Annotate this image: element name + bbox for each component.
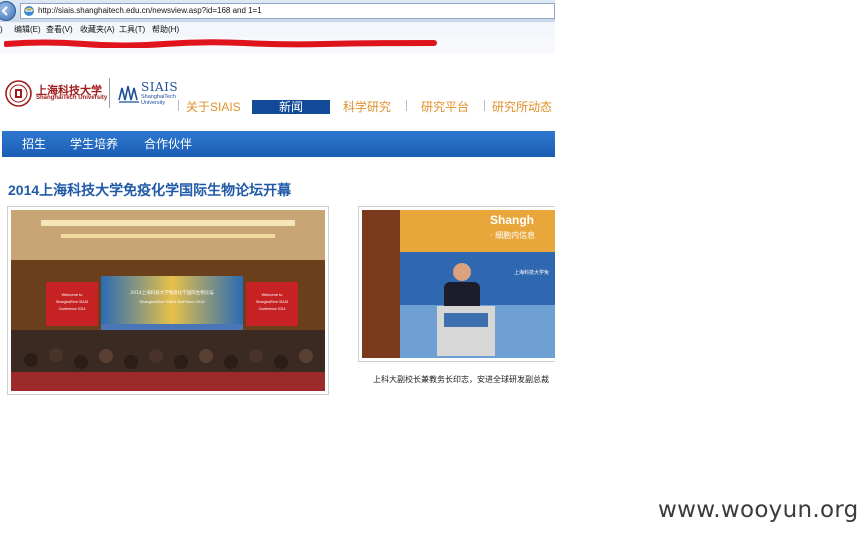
menu-item-help[interactable]: 帮助(H) <box>152 24 179 36</box>
nav-item-institute-news[interactable]: 研究所动态 <box>492 100 552 114</box>
nav-separator <box>406 100 407 111</box>
siais-logo-icon[interactable] <box>118 82 140 104</box>
address-bar[interactable]: http://siais.shanghaitech.edu.cn/newsvie… <box>20 3 555 19</box>
redaction-mark <box>4 39 437 48</box>
internet-explorer-icon <box>24 6 34 16</box>
welcome-screen-left-text: Welcome to <box>61 292 83 297</box>
nav-item-research[interactable]: 科学研究 <box>343 100 391 114</box>
address-url[interactable]: http://siais.shanghaitech.edu.cn/newsvie… <box>38 5 262 17</box>
subnav-item-partners[interactable]: 合作伙伴 <box>144 137 192 151</box>
back-arrow-icon <box>1 6 8 16</box>
logo-english-name[interactable]: ShanghaiTech University <box>36 95 107 101</box>
article-photo-conference: Welcome to ShanghaiTech SIAIS Conference… <box>7 206 329 395</box>
menu-bar: ) 编辑(E) 查看(V) 收藏夹(A) 工具(T) 帮助(H) <box>0 23 555 37</box>
article-title: 2014上海科技大学免疫化学国际生物论坛开幕 <box>8 182 292 198</box>
address-bar-row: http://siais.shanghaitech.edu.cn/newsvie… <box>0 0 555 22</box>
banner-text: ShanghaiTech SIAIS BioForum 2014 <box>139 299 205 304</box>
logo-divider <box>109 78 110 108</box>
speaker-image: Shangh · 细胞内信息 上海科技大学免 <box>362 210 555 358</box>
welcome-screen-left-text: Conference 2014 <box>59 307 86 311</box>
menu-item-edit[interactable]: 编辑(E) <box>14 24 41 36</box>
siais-subtitle-line: University <box>141 100 166 106</box>
nav-item-platform[interactable]: 研究平台 <box>421 100 469 114</box>
banner-text: 上海科技大学免 <box>514 269 549 276</box>
article-photo-speaker: Shangh · 细胞内信息 上海科技大学免 <box>358 206 555 362</box>
subnav-item-admissions[interactable]: 招生 <box>22 137 46 151</box>
nav-item-news[interactable]: 新闻 <box>252 100 330 114</box>
backdrop-text: Shangh <box>490 213 534 227</box>
shanghaitech-seal-icon[interactable] <box>5 80 32 107</box>
menu-item-tools[interactable]: 工具(T) <box>119 24 145 36</box>
photo-caption: 上科大副校长兼教务长印志，安进全球研发副总裁 <box>373 375 549 384</box>
menu-item-file-partial[interactable]: ) <box>0 24 3 36</box>
siais-subtitle: ShanghaiTech University <box>141 94 181 106</box>
welcome-screen-right-text: ShanghaiTech SIAIS <box>256 300 289 304</box>
welcome-screen-right-text: Conference 2014 <box>259 307 286 311</box>
banner-text: 2014上海科技大学免疫化学国际生物论坛 <box>130 289 214 296</box>
welcome-screen-right-text: Welcome to <box>261 292 283 297</box>
menu-item-view[interactable]: 查看(V) <box>46 24 73 36</box>
menu-item-favorites[interactable]: 收藏夹(A) <box>80 24 115 36</box>
wooyun-watermark: www.wooyun.org <box>658 497 859 523</box>
nav-item-about[interactable]: 关于SIAIS <box>186 100 241 114</box>
welcome-screen-left-text: ShanghaiTech SIAIS <box>56 300 89 304</box>
conference-hall-image: Welcome to ShanghaiTech SIAIS Conference… <box>11 210 325 391</box>
nav-separator <box>484 100 485 111</box>
sub-navigation-bar: 招生 学生培养 合作伙伴 <box>2 131 555 157</box>
back-button[interactable] <box>0 1 16 21</box>
subnav-item-education[interactable]: 学生培养 <box>70 137 118 151</box>
backdrop-subtext: · 细胞内信息 <box>490 230 535 240</box>
nav-separator <box>178 100 179 111</box>
siais-title[interactable]: SIAIS <box>141 80 178 94</box>
